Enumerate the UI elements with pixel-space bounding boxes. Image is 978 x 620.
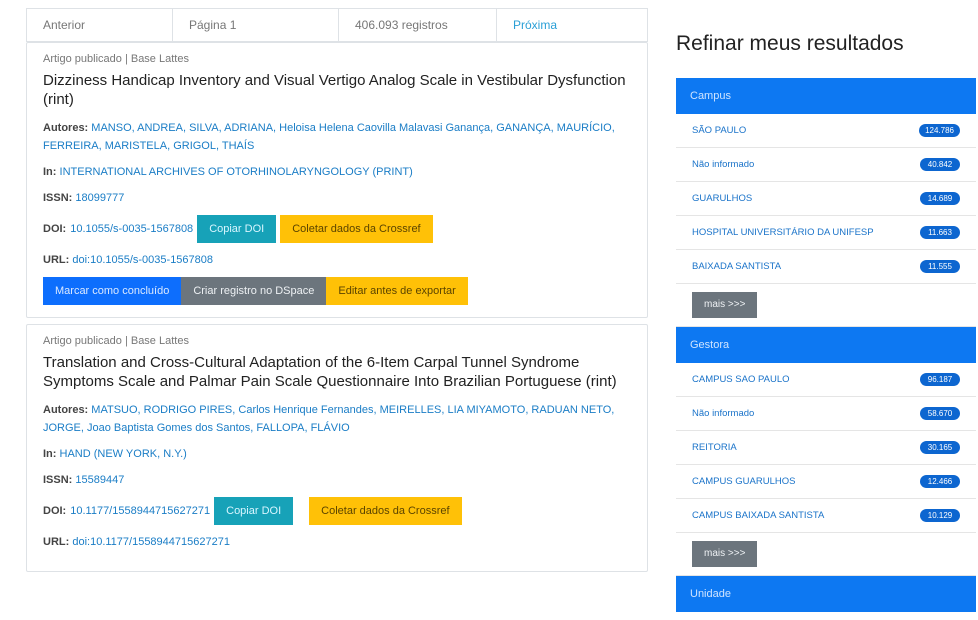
edit-export-button[interactable]: Editar antes de exportar: [326, 277, 468, 305]
crossref-button[interactable]: Coletar dados da Crossref: [309, 497, 462, 525]
doi-label: DOI:: [43, 505, 67, 517]
doi-link[interactable]: 10.1177/1558944715627271: [70, 505, 210, 517]
url-link[interactable]: doi:10.1055/s-0035-1567808: [72, 254, 213, 266]
facet-item[interactable]: CAMPUS SAO PAULO 96.187: [676, 363, 976, 397]
facet-count-badge: 14.689: [920, 192, 960, 205]
doi-row: DOI: 10.1055/s-0035-1567808 Copiar DOI C…: [43, 215, 631, 243]
facet-item[interactable]: BAIXADA SANTISTA 11.555: [676, 250, 976, 284]
journal-link[interactable]: HAND (NEW YORK, N.Y.): [60, 448, 187, 460]
facet-item-label: REITORIA: [692, 442, 737, 453]
journal-link[interactable]: INTERNATIONAL ARCHIVES OF OTORHINOLARYNG…: [60, 166, 413, 178]
doi-row: DOI: 10.1177/1558944715627271 Copiar DOI…: [43, 497, 631, 525]
facet-item[interactable]: CAMPUS BAIXADA SANTISTA 10.129: [676, 499, 976, 533]
facet-item[interactable]: Não informado 40.842: [676, 148, 976, 182]
facet-item-label: CAMPUS SAO PAULO: [692, 374, 790, 385]
facet-item[interactable]: REITORIA 30.165: [676, 431, 976, 465]
facet-count-badge: 30.165: [920, 441, 960, 454]
issn-label: ISSN:: [43, 474, 73, 486]
create-dspace-button[interactable]: Criar registro no DSpace: [181, 277, 327, 305]
result-title: Dizziness Handicap Inventory and Visual …: [43, 72, 626, 108]
facet-item-label: CAMPUS GUARULHOS: [692, 476, 796, 487]
mark-done-button[interactable]: Marcar como concluído: [43, 277, 182, 305]
previous-page-link[interactable]: Anterior: [27, 9, 173, 41]
issn-label: ISSN:: [43, 192, 73, 204]
pagination: Anterior Página 1 406.093 registros Próx…: [26, 8, 648, 42]
facet-count-badge: 124.786: [919, 124, 960, 137]
facet-item[interactable]: Não informado 58.670: [676, 397, 976, 431]
results-column: Anterior Página 1 406.093 registros Próx…: [26, 8, 648, 620]
refine-title: Refinar meus resultados: [676, 32, 904, 55]
authors-label: Autores:: [43, 404, 89, 416]
facet-item-label: Não informado: [692, 408, 755, 419]
facet-more-row: mais >>>: [676, 284, 976, 327]
facet-more-row: mais >>>: [676, 533, 976, 576]
doi-link[interactable]: 10.1055/s-0035-1567808: [70, 223, 193, 235]
more-button[interactable]: mais >>>: [692, 541, 758, 567]
facet-item[interactable]: HOSPITAL UNIVERSITÁRIO DA UNIFESP 11.663: [676, 216, 976, 250]
facet-item-label: SÃO PAULO: [692, 125, 747, 136]
facet-count-badge: 58.670: [920, 407, 960, 420]
url-label: URL:: [43, 536, 70, 548]
result-type: Artigo publicado | Base Lattes: [43, 335, 189, 347]
facet-header-unidade[interactable]: Unidade: [676, 576, 976, 612]
url-line: URL: doi:10.1177/1558944715627271: [43, 533, 631, 551]
facet-header-gestora[interactable]: Gestora: [676, 327, 976, 363]
next-page-link[interactable]: Próxima: [497, 9, 647, 41]
facet-count-badge: 11.555: [920, 260, 960, 273]
authors-link[interactable]: MATSUO, RODRIGO PIRES, Carlos Henrique F…: [43, 404, 614, 434]
doi-label: DOI:: [43, 223, 67, 235]
facet-count-badge: 10.129: [920, 509, 960, 522]
facet-item[interactable]: GUARULHOS 14.689: [676, 182, 976, 216]
result-card: Artigo publicado | Base Lattes Translati…: [26, 324, 648, 572]
refine-sidebar: Refinar meus resultados Campus SÃO PAULO…: [676, 18, 976, 620]
in-label: In:: [43, 166, 57, 178]
facet-item-label: BAIXADA SANTISTA: [692, 261, 782, 272]
page-indicator: Página 1: [173, 9, 339, 41]
facet-count-badge: 96.187: [920, 373, 960, 386]
url-link[interactable]: doi:10.1177/1558944715627271: [72, 536, 230, 548]
facet-item-label: Não informado: [692, 159, 755, 170]
authors-label: Autores:: [43, 122, 89, 134]
in-line: In: HAND (NEW YORK, N.Y.): [43, 445, 631, 463]
action-buttons: Marcar como concluído Criar registro no …: [43, 277, 631, 305]
facet-count-badge: 12.466: [920, 475, 960, 488]
in-label: In:: [43, 448, 57, 460]
authors-line: Autores: MATSUO, RODRIGO PIRES, Carlos H…: [43, 401, 631, 437]
crossref-button[interactable]: Coletar dados da Crossref: [280, 215, 433, 243]
issn-link[interactable]: 15589447: [75, 474, 124, 486]
facet-count-badge: 11.663: [920, 226, 960, 239]
facet-item[interactable]: SÃO PAULO 124.786: [676, 114, 976, 148]
issn-line: ISSN: 18099777: [43, 189, 631, 207]
facet-count-badge: 40.842: [920, 158, 960, 171]
facet-item-label: GUARULHOS: [692, 193, 753, 204]
result-card: Artigo publicado | Base Lattes Dizziness…: [26, 42, 648, 318]
copy-doi-button[interactable]: Copiar DOI: [197, 215, 277, 243]
url-line: URL: doi:10.1055/s-0035-1567808: [43, 251, 631, 269]
issn-line: ISSN: 15589447: [43, 471, 631, 489]
facet-header-campus[interactable]: Campus: [676, 78, 976, 114]
facet-item-label: CAMPUS BAIXADA SANTISTA: [692, 510, 825, 521]
records-count: 406.093 registros: [339, 9, 497, 41]
result-title: Translation and Cross-Cultural Adaptatio…: [43, 354, 617, 390]
authors-line: Autores: MANSO, ANDREA, SILVA, ADRIANA, …: [43, 119, 631, 155]
issn-link[interactable]: 18099777: [75, 192, 124, 204]
facet-item[interactable]: CAMPUS GUARULHOS 12.466: [676, 465, 976, 499]
more-button[interactable]: mais >>>: [692, 292, 758, 318]
result-type: Artigo publicado | Base Lattes: [43, 53, 189, 65]
in-line: In: INTERNATIONAL ARCHIVES OF OTORHINOLA…: [43, 163, 631, 181]
url-label: URL:: [43, 254, 70, 266]
authors-link[interactable]: MANSO, ANDREA, SILVA, ADRIANA, Heloisa H…: [43, 122, 615, 152]
facet-item-label: HOSPITAL UNIVERSITÁRIO DA UNIFESP: [692, 227, 874, 238]
copy-doi-button[interactable]: Copiar DOI: [214, 497, 294, 525]
